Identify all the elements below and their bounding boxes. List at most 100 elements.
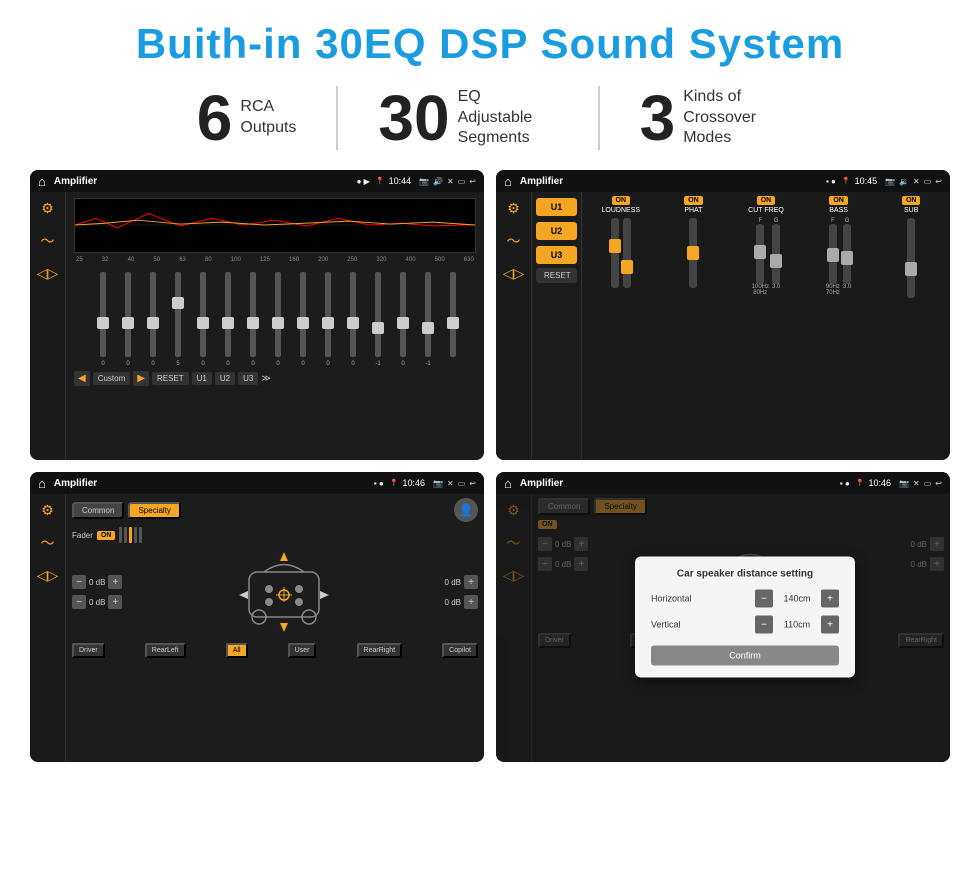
fader-on-badge[interactable]: ON [97,531,116,540]
speaker-icon[interactable]: ◁▷ [37,265,59,282]
loudness-toggle[interactable]: ON [612,196,631,205]
cutfreq-label: CUT FREQ [748,207,784,214]
speaker-icon-dist: ◁▷ [503,567,525,584]
bg-tab-common: Common [538,498,590,515]
bass-toggle[interactable]: ON [829,196,848,205]
stat-eq: 30 EQ AdjustableSegments [338,86,599,150]
user-btn[interactable]: User [288,643,317,658]
stat-crossover: 3 Kinds ofCrossover Modes [600,86,824,150]
eq-u2-btn[interactable]: U2 [215,372,235,385]
rear-right-btn[interactable]: RearRight [357,643,403,658]
right-bottom-plus[interactable]: + [464,595,478,609]
cutfreq-toggle[interactable]: ON [757,196,776,205]
eq-icon-cross[interactable]: ⚙ [507,200,520,217]
wave-icon[interactable]: 〜 [41,231,55,251]
right-top-plus[interactable]: + [464,575,478,589]
loudness-slider1[interactable] [611,218,619,288]
vertical-minus[interactable]: − [755,616,773,634]
phat-slider[interactable] [689,218,697,288]
eq-reset-btn[interactable]: RESET [152,372,189,385]
sub-toggle[interactable]: ON [902,196,921,205]
vertical-plus[interactable]: + [821,616,839,634]
eq-arrows: ≫ [261,373,270,384]
status-dots-eq: ● ▶ [357,177,370,186]
window-icon-cross[interactable]: ▭ [924,177,932,186]
window-icon[interactable]: ▭ [458,177,466,186]
driver-btn[interactable]: Driver [72,643,105,658]
stat-crossover-label: Kinds ofCrossover Modes [683,87,783,149]
eq-prev-btn[interactable]: ◀ [74,371,90,386]
volume-icon-cross: 🔉 [899,177,909,186]
svg-text:5: 5 [176,361,180,367]
close-icon-eq[interactable]: ✕ [447,177,454,186]
status-dots-dist: ▪ ● [840,479,850,488]
copilot-btn[interactable]: Copilot [442,643,478,658]
dialog-confirm-btn[interactable]: Confirm [651,646,839,666]
back-icon-fader[interactable]: ↩ [469,479,476,488]
all-btn[interactable]: All [226,643,248,658]
user-profile-icon[interactable]: 👤 [454,498,478,522]
left-bottom-plus[interactable]: + [108,595,122,609]
loudness-label: LOUDNESS [602,207,641,214]
bass-slider1[interactable] [829,224,837,284]
back-icon-eq[interactable]: ↩ [469,177,476,186]
close-icon-dist[interactable]: ✕ [913,479,920,488]
eq-u1-btn[interactable]: U1 [192,372,212,385]
left-bottom-minus[interactable]: − [72,595,86,609]
sub-slider[interactable] [907,218,915,298]
fader-tabs: Common Specialty [72,502,181,519]
eq-next-btn[interactable]: ▶ [133,371,149,386]
bass-slider2[interactable] [843,224,851,284]
vertical-value: 110cm [777,620,817,630]
distance-sidebar: ⚙ 〜 ◁▷ [496,494,532,762]
cutfreq-slider1[interactable] [756,224,764,284]
speaker-icon-fader[interactable]: ◁▷ [37,567,59,584]
svg-text:0: 0 [276,361,280,367]
left-top-minus[interactable]: − [72,575,86,589]
eq-icon[interactable]: ⚙ [41,200,54,217]
stat-rca: 6 RCAOutputs [157,86,339,150]
back-icon-cross[interactable]: ↩ [935,177,942,186]
left-top-plus[interactable]: + [108,575,122,589]
close-icon-fader[interactable]: ✕ [447,479,454,488]
right-top-db-value: 0 dB [445,578,461,587]
status-bar-fader: ⌂ Amplifier ▪ ● 📍 10:46 📷 ✕ ▭ ↩ [30,472,484,494]
speaker-icon-cross[interactable]: ◁▷ [503,265,525,282]
window-icon-dist[interactable]: ▭ [924,479,932,488]
loudness-slider2[interactable] [623,218,631,288]
left-top-db-value: 0 dB [89,578,105,587]
horizontal-minus[interactable]: − [755,590,773,608]
wave-icon-cross[interactable]: 〜 [507,231,521,251]
eq-sliders-svg: 00050000000-10-1 [74,267,476,367]
fader-tab-specialty[interactable]: Specialty [128,502,180,519]
stat-rca-number: 6 [197,86,233,150]
fader-screen-title: Amplifier [54,478,370,489]
home-icon-fader[interactable]: ⌂ [38,476,46,491]
close-icon-cross[interactable]: ✕ [913,177,920,186]
status-bar-eq: ⌂ Amplifier ● ▶ 📍 10:44 📷 🔊 ✕ ▭ ↩ [30,170,484,192]
u1-button[interactable]: U1 [536,198,577,216]
screen-fader: ⌂ Amplifier ▪ ● 📍 10:46 📷 ✕ ▭ ↩ ⚙ 〜 ◁▷ [30,472,484,762]
horizontal-plus[interactable]: + [821,590,839,608]
u2-button[interactable]: U2 [536,222,577,240]
cutfreq-slider2[interactable] [772,224,780,284]
home-icon-cross[interactable]: ⌂ [504,174,512,189]
u3-button[interactable]: U3 [536,246,577,264]
back-icon-dist[interactable]: ↩ [935,479,942,488]
rear-left-btn[interactable]: RearLeft [145,643,186,658]
phat-toggle[interactable]: ON [684,196,703,205]
cross-reset-btn[interactable]: RESET [536,268,577,283]
window-icon-fader[interactable]: ▭ [458,479,466,488]
svg-text:0: 0 [251,361,255,367]
fader-tab-common[interactable]: Common [72,502,124,519]
home-icon[interactable]: ⌂ [38,174,46,189]
camera-icon-cross: 📷 [885,177,895,186]
car-diagram [234,547,334,637]
left-db-controls: − 0 dB + − 0 dB + [72,575,122,609]
eq-u3-btn[interactable]: U3 [238,372,258,385]
screen-eq: ⌂ Amplifier ● ▶ 📍 10:44 📷 🔊 ✕ ▭ ↩ ⚙ 〜 ◁▷ [30,170,484,460]
wave-icon-fader[interactable]: 〜 [41,533,55,553]
eq-icon-fader[interactable]: ⚙ [41,502,54,519]
eq-sidebar: ⚙ 〜 ◁▷ [30,192,66,460]
home-icon-dist[interactable]: ⌂ [504,476,512,491]
